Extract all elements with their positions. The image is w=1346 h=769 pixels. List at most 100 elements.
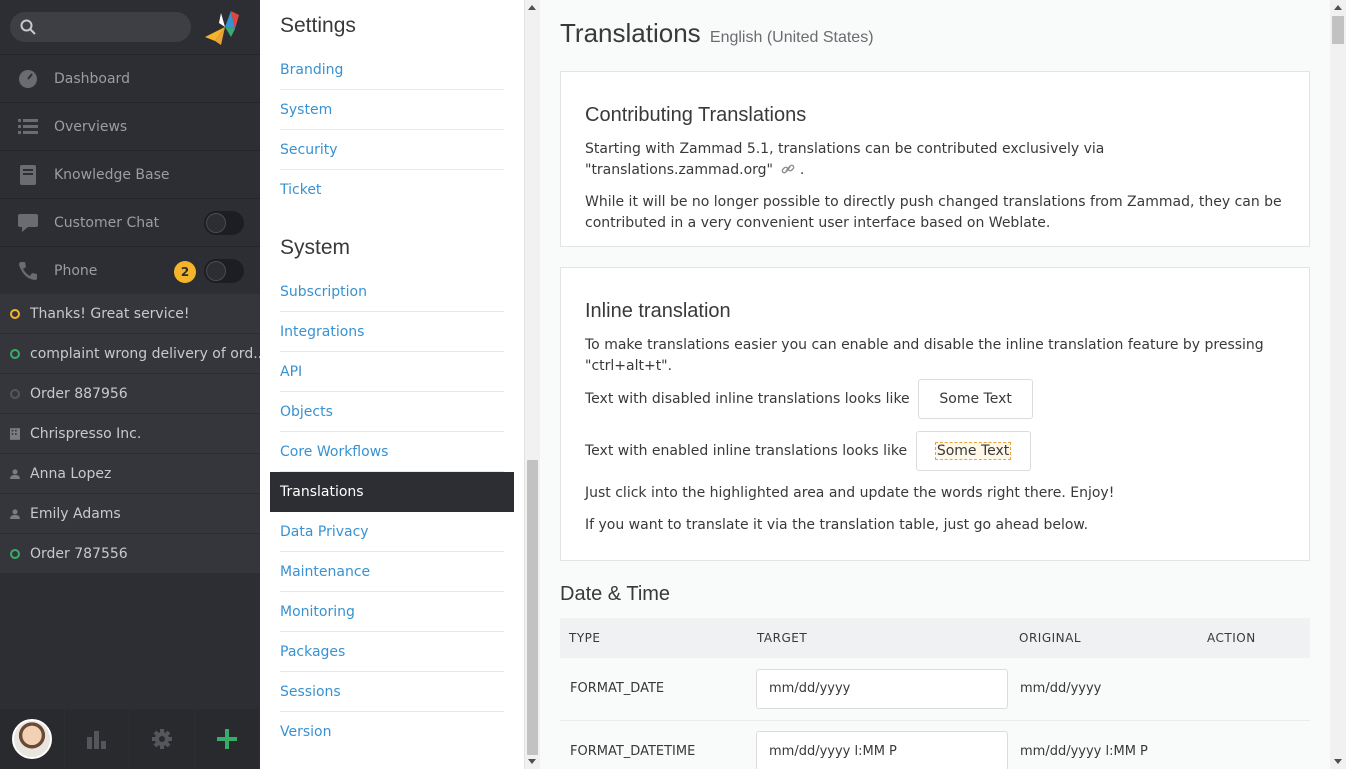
- contributing-heading: Contributing Translations: [585, 104, 807, 126]
- phone-count-badge: 2: [174, 261, 196, 283]
- phone-toggle[interactable]: [204, 259, 244, 283]
- search-icon: [20, 19, 36, 35]
- task-label: complaint wrong delivery of ord...: [30, 345, 260, 362]
- task-label: Order 787556: [30, 545, 128, 562]
- nav-item-label: Dashboard: [54, 70, 130, 87]
- new-item-button[interactable]: [195, 709, 260, 769]
- contributing-text: Starting with Zammad 5.1, translations c…: [585, 139, 1285, 181]
- contributing-translations-box: Contributing Translations Starting with …: [560, 71, 1310, 247]
- avatar: [12, 719, 52, 759]
- menu-item-monitoring[interactable]: Monitoring: [280, 592, 504, 632]
- search-row: [0, 0, 260, 54]
- translations-page: Translations English (United States) Con…: [540, 0, 1330, 769]
- task-label: Order 887956: [30, 385, 128, 402]
- task-item[interactable]: Chrispresso Inc.: [0, 414, 260, 454]
- zammad-logo[interactable]: [201, 7, 245, 47]
- nav-item-label: Phone: [54, 262, 98, 279]
- reporting-button[interactable]: [65, 709, 130, 769]
- menu-item-core-workflows[interactable]: Core Workflows: [280, 432, 504, 472]
- main-navigation: Dashboard Overviews Knowledge Base Custo…: [0, 0, 260, 769]
- inline-intro: To make translations easier you can enab…: [585, 337, 1264, 374]
- task-item[interactable]: Thanks! Great service!: [0, 294, 260, 334]
- target-input[interactable]: [756, 668, 1008, 709]
- menu-item-maintenance[interactable]: Maintenance: [280, 552, 504, 592]
- menu-item-ticket[interactable]: Ticket: [280, 170, 504, 210]
- task-item[interactable]: Anna Lopez: [0, 454, 260, 494]
- global-search-input[interactable]: [10, 12, 191, 42]
- list-icon: [16, 115, 40, 139]
- scroll-down-arrow-icon[interactable]: [528, 759, 536, 764]
- type-cell: FORMAT_DATE: [560, 658, 748, 721]
- nav-item-phone[interactable]: Phone 2: [0, 246, 260, 294]
- type-cell: FORMAT_DATETIME: [560, 720, 748, 769]
- target-cell: [748, 658, 1010, 721]
- table-row: FORMAT_DATE mm/dd/yyyy: [560, 658, 1310, 721]
- menu-item-data-privacy[interactable]: Data Privacy: [280, 512, 504, 552]
- open-ticket-icon: [10, 308, 20, 319]
- open-ticket-icon: [10, 348, 20, 359]
- settings-menu-scrollbar[interactable]: [524, 0, 540, 769]
- contributing-text-end: .: [799, 162, 805, 178]
- column-header-target: TARGET: [748, 618, 1010, 658]
- page-title-text: Translations: [560, 18, 701, 48]
- external-link-icon[interactable]: [781, 162, 795, 176]
- book-icon: [16, 163, 40, 187]
- menu-item-integrations[interactable]: Integrations: [280, 312, 504, 352]
- chat-icon: [16, 211, 40, 235]
- phone-icon: [16, 259, 40, 283]
- menu-item-security[interactable]: Security: [280, 130, 504, 170]
- action-cell: [1198, 720, 1310, 769]
- open-ticket-icon: [10, 548, 20, 559]
- inline-heading: Inline translation: [585, 300, 731, 322]
- task-item[interactable]: complaint wrong delivery of ord...: [0, 334, 260, 374]
- bar-chart-icon: [87, 731, 106, 749]
- inline-disabled-row: Text with disabled inline translations l…: [585, 379, 1285, 419]
- inline-disabled-label: Text with disabled inline translations l…: [585, 391, 910, 407]
- system-menu-group: Subscription Integrations API Objects Core W…: [260, 272, 524, 752]
- menu-item-sessions[interactable]: Sessions: [280, 672, 504, 712]
- enabled-sample-box[interactable]: Some Text: [915, 431, 1031, 471]
- contributing-text-main: Starting with Zammad 5.1, translations c…: [585, 141, 1105, 178]
- customer-chat-toggle[interactable]: [204, 211, 244, 235]
- menu-item-api[interactable]: API: [280, 352, 504, 392]
- enabled-sample-text[interactable]: Some Text: [934, 442, 1012, 460]
- page-subtitle: English (United States): [709, 29, 874, 46]
- inline-translation-box: Inline translation To make translations …: [560, 267, 1310, 561]
- menu-item-version[interactable]: Version: [280, 712, 504, 752]
- menu-item-branding[interactable]: Branding: [280, 50, 504, 90]
- menu-item-system[interactable]: System: [280, 90, 504, 130]
- date-time-heading: Date & Time: [560, 583, 671, 605]
- scrollbar-thumb[interactable]: [527, 460, 538, 755]
- menu-item-subscription[interactable]: Subscription: [280, 272, 504, 312]
- scroll-up-arrow-icon[interactable]: [528, 5, 536, 10]
- task-label: Chrispresso Inc.: [30, 425, 142, 442]
- scrollbar-thumb[interactable]: [1332, 16, 1344, 44]
- task-item[interactable]: Emily Adams: [0, 494, 260, 534]
- scroll-down-arrow-icon[interactable]: [1334, 759, 1342, 764]
- action-cell: [1198, 658, 1310, 721]
- page-scrollbar[interactable]: [1330, 0, 1346, 769]
- avatar-button[interactable]: [0, 709, 65, 769]
- user-icon: [10, 468, 20, 479]
- organization-icon: [10, 427, 20, 440]
- admin-settings-button[interactable]: [130, 709, 195, 769]
- menu-item-translations[interactable]: Translations: [270, 472, 514, 512]
- inline-table-hint: If you want to translate it via the tran…: [585, 517, 1089, 533]
- closed-ticket-icon: [10, 388, 20, 399]
- menu-item-objects[interactable]: Objects: [280, 392, 504, 432]
- nav-item-customer-chat[interactable]: Customer Chat: [0, 198, 260, 246]
- task-item[interactable]: Order 787556: [0, 534, 260, 574]
- original-cell: mm/dd/yyyy l:MM P: [1010, 720, 1198, 769]
- scroll-up-arrow-icon[interactable]: [1334, 5, 1342, 10]
- target-input[interactable]: [756, 731, 1008, 769]
- original-cell: mm/dd/yyyy: [1010, 658, 1198, 721]
- nav-item-overviews[interactable]: Overviews: [0, 102, 260, 150]
- nav-item-dashboard[interactable]: Dashboard: [0, 54, 260, 102]
- nav-item-knowledge-base[interactable]: Knowledge Base: [0, 150, 260, 198]
- task-item[interactable]: Order 887956: [0, 374, 260, 414]
- settings-menu-heading: Settings: [280, 14, 356, 37]
- target-cell: [748, 720, 1010, 769]
- inline-enabled-label: Text with enabled inline translations lo…: [585, 443, 908, 459]
- menu-item-packages[interactable]: Packages: [280, 632, 504, 672]
- toggle-knob: [206, 261, 226, 281]
